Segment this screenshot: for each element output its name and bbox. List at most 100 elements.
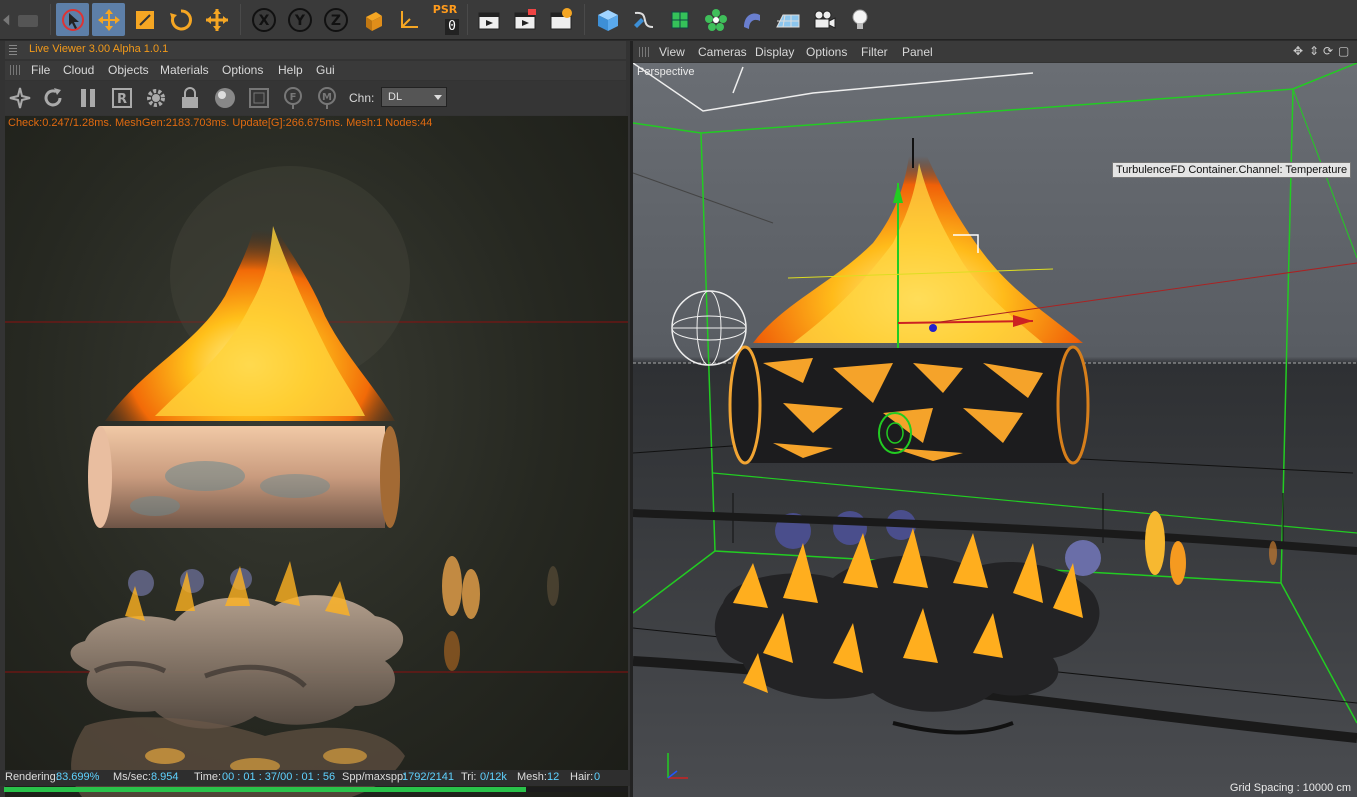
channel-value: DL <box>388 91 403 103</box>
hair-label: Hair: <box>570 771 594 783</box>
live-viewer-titlebar[interactable]: Live Viewer 3.00 Alpha 1.0.1 <box>5 41 626 59</box>
y-axis-text: Y <box>293 13 305 29</box>
light-button[interactable] <box>843 3 876 36</box>
move-tool-button[interactable] <box>92 3 125 36</box>
y-axis-lock-button[interactable]: Y <box>283 3 316 36</box>
ms-value: 8.954 <box>151 771 179 783</box>
render-start-icon[interactable] <box>7 85 33 111</box>
ms-label: Ms/sec: <box>113 771 151 783</box>
redo-icon[interactable] <box>12 3 44 36</box>
time-label: Time: <box>194 771 222 783</box>
cube-object-button[interactable] <box>591 3 624 36</box>
x-axis-lock-button[interactable]: X <box>247 3 280 36</box>
material-sphere-icon[interactable] <box>212 85 238 111</box>
svg-text:R: R <box>117 92 127 107</box>
region-render-icon[interactable]: R <box>109 85 135 111</box>
menu-materials[interactable]: Materials <box>160 63 209 77</box>
spline-pen-button[interactable] <box>627 3 660 36</box>
render-stats: Check:0.247/1.28ms. MeshGen:2183.703ms. … <box>8 117 433 129</box>
render-settings-button[interactable] <box>544 3 577 36</box>
orbit-icon[interactable]: ⟳ <box>1323 44 1333 58</box>
viewport-nav-icons: ✥ ⇕ ⟳ ▢ <box>1293 44 1351 58</box>
object-tooltip: TurbulenceFD Container.Channel: Temperat… <box>1112 162 1352 178</box>
maximize-icon[interactable]: ▢ <box>1338 44 1349 58</box>
toolbar-separator <box>240 4 241 35</box>
toolbar-separator <box>467 4 468 35</box>
menu-filter[interactable]: Filter <box>861 45 888 59</box>
lock-icon[interactable] <box>177 85 203 111</box>
toolbar-separator <box>584 4 585 35</box>
select-tool-button[interactable] <box>56 3 89 36</box>
panel-grip-icon[interactable] <box>9 45 17 55</box>
viewport-menubar: View Cameras Display Options Filter Pane… <box>633 41 1357 62</box>
z-axis-lock-button[interactable]: Z <box>319 3 352 36</box>
live-viewer-render[interactable]: Check:0.247/1.28ms. MeshGen:2183.703ms. … <box>5 116 628 797</box>
menu-gui[interactable]: Gui <box>316 63 335 77</box>
hair-value: 0 <box>594 771 601 783</box>
object-coordinates-button[interactable] <box>356 3 389 36</box>
menu-file[interactable]: File <box>31 63 50 77</box>
render-view-button[interactable] <box>472 3 505 36</box>
menu-grip-icon[interactable] <box>639 47 649 57</box>
focus-pick-icon[interactable]: F <box>280 85 306 111</box>
psr-value: 0 <box>445 19 459 35</box>
menu-grip-icon[interactable] <box>10 65 20 75</box>
render-picture-viewer-button[interactable] <box>508 3 541 36</box>
svg-text:F: F <box>290 92 297 103</box>
menu-display[interactable]: Display <box>755 45 794 59</box>
frame-icon[interactable] <box>246 85 272 111</box>
camera-button[interactable] <box>807 3 840 36</box>
render-progress-bar <box>4 787 628 792</box>
transform-tool-button[interactable] <box>200 3 233 36</box>
subdivision-surface-button[interactable] <box>663 3 696 36</box>
menu-cameras[interactable]: Cameras <box>698 45 747 59</box>
rotate-tool-button[interactable] <box>164 3 197 36</box>
tri-value: 0/12k <box>480 771 507 783</box>
pan-icon[interactable]: ✥ <box>1293 44 1303 58</box>
world-coordinates-button[interactable] <box>392 3 425 36</box>
refresh-icon[interactable] <box>40 85 66 111</box>
mesh-value: 12 <box>547 771 560 783</box>
chevron-down-icon <box>434 95 442 100</box>
live-viewer-title: Live Viewer 3.00 Alpha 1.0.1 <box>29 43 169 55</box>
tri-label: Tri: <box>461 771 477 783</box>
material-pick-icon[interactable]: M <box>314 85 340 111</box>
menu-options[interactable]: Options <box>222 63 263 77</box>
settings-gear-icon[interactable] <box>143 85 169 111</box>
dolly-icon[interactable]: ⇕ <box>1309 44 1319 58</box>
toolbar-separator <box>50 4 51 35</box>
spp-value: 1792/2141 <box>402 771 454 783</box>
menu-view[interactable]: View <box>659 45 685 59</box>
projection-label[interactable]: Perspective <box>637 66 694 78</box>
menu-panel[interactable]: Panel <box>902 45 933 59</box>
menu-help[interactable]: Help <box>278 63 303 77</box>
svg-text:M: M <box>322 92 332 103</box>
deformer-button[interactable] <box>735 3 768 36</box>
main-toolbar: X Y Z PSR 0 <box>0 0 1357 40</box>
app-window: X Y Z PSR 0 Live Viewer 3.00 Alpha 1.0.1… <box>0 0 1357 797</box>
live-viewer-menubar: File Cloud Objects Materials Options Hel… <box>5 61 626 80</box>
scale-tool-button[interactable] <box>128 3 161 36</box>
channel-label: Chn: <box>349 91 375 105</box>
live-viewer-panel: Live Viewer 3.00 Alpha 1.0.1 File Cloud … <box>0 41 630 797</box>
menu-objects[interactable]: Objects <box>108 63 149 77</box>
pause-icon[interactable] <box>75 85 101 111</box>
render-image <box>5 166 628 797</box>
menu-options[interactable]: Options <box>806 45 847 59</box>
floor-environment-button[interactable] <box>771 3 804 36</box>
rendering-label: Rendering: <box>5 771 59 783</box>
live-viewer-toolbar: R F M Chn: DL <box>5 81 626 115</box>
render-progress-fill <box>4 787 527 792</box>
rendering-value: 83.699% <box>56 771 100 783</box>
grid-spacing-label: Grid Spacing : 10000 cm <box>1229 782 1351 794</box>
z-axis-text: Z <box>330 13 340 29</box>
menu-cloud[interactable]: Cloud <box>63 63 94 77</box>
viewport-canvas[interactable]: Perspective TurbulenceFD Container.Chann… <box>633 63 1357 797</box>
mograph-cloner-button[interactable] <box>699 3 732 36</box>
psr-indicator[interactable]: PSR 0 <box>428 3 462 37</box>
channel-select[interactable]: DL <box>381 87 447 107</box>
viewport-panel: View Cameras Display Options Filter Pane… <box>633 41 1357 797</box>
mesh-label: Mesh: <box>517 771 547 783</box>
x-axis-text: X <box>258 13 269 29</box>
psr-label: PSR <box>432 3 458 16</box>
